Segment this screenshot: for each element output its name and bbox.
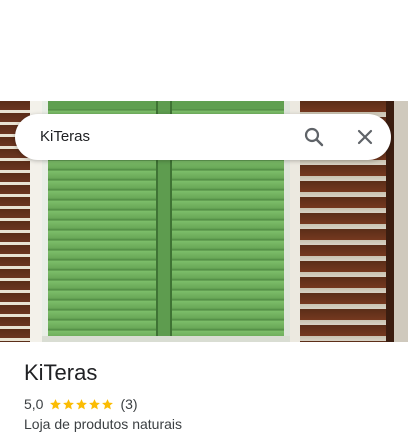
rating-row[interactable]: 5,0 (3) xyxy=(24,396,138,412)
rating-stars xyxy=(49,398,114,411)
place-category: Loja de produtos naturais xyxy=(24,416,182,432)
star-icon xyxy=(89,398,101,409)
search-bar[interactable]: KiTeras xyxy=(15,114,391,160)
close-icon[interactable] xyxy=(353,125,377,149)
star-icon xyxy=(50,398,62,409)
search-query[interactable]: KiTeras xyxy=(40,128,90,145)
search-icon[interactable] xyxy=(302,125,326,149)
place-info-panel[interactable]: KiTeras 5,0 (3) Loja de produtos naturai… xyxy=(0,342,408,444)
rating-score: 5,0 xyxy=(24,396,44,412)
top-blank-area xyxy=(0,0,408,101)
place-title: KiTeras xyxy=(24,360,98,385)
star-icon xyxy=(76,398,88,409)
star-icon xyxy=(102,398,114,409)
star-icon xyxy=(63,398,75,409)
review-count[interactable]: (3) xyxy=(120,396,137,412)
